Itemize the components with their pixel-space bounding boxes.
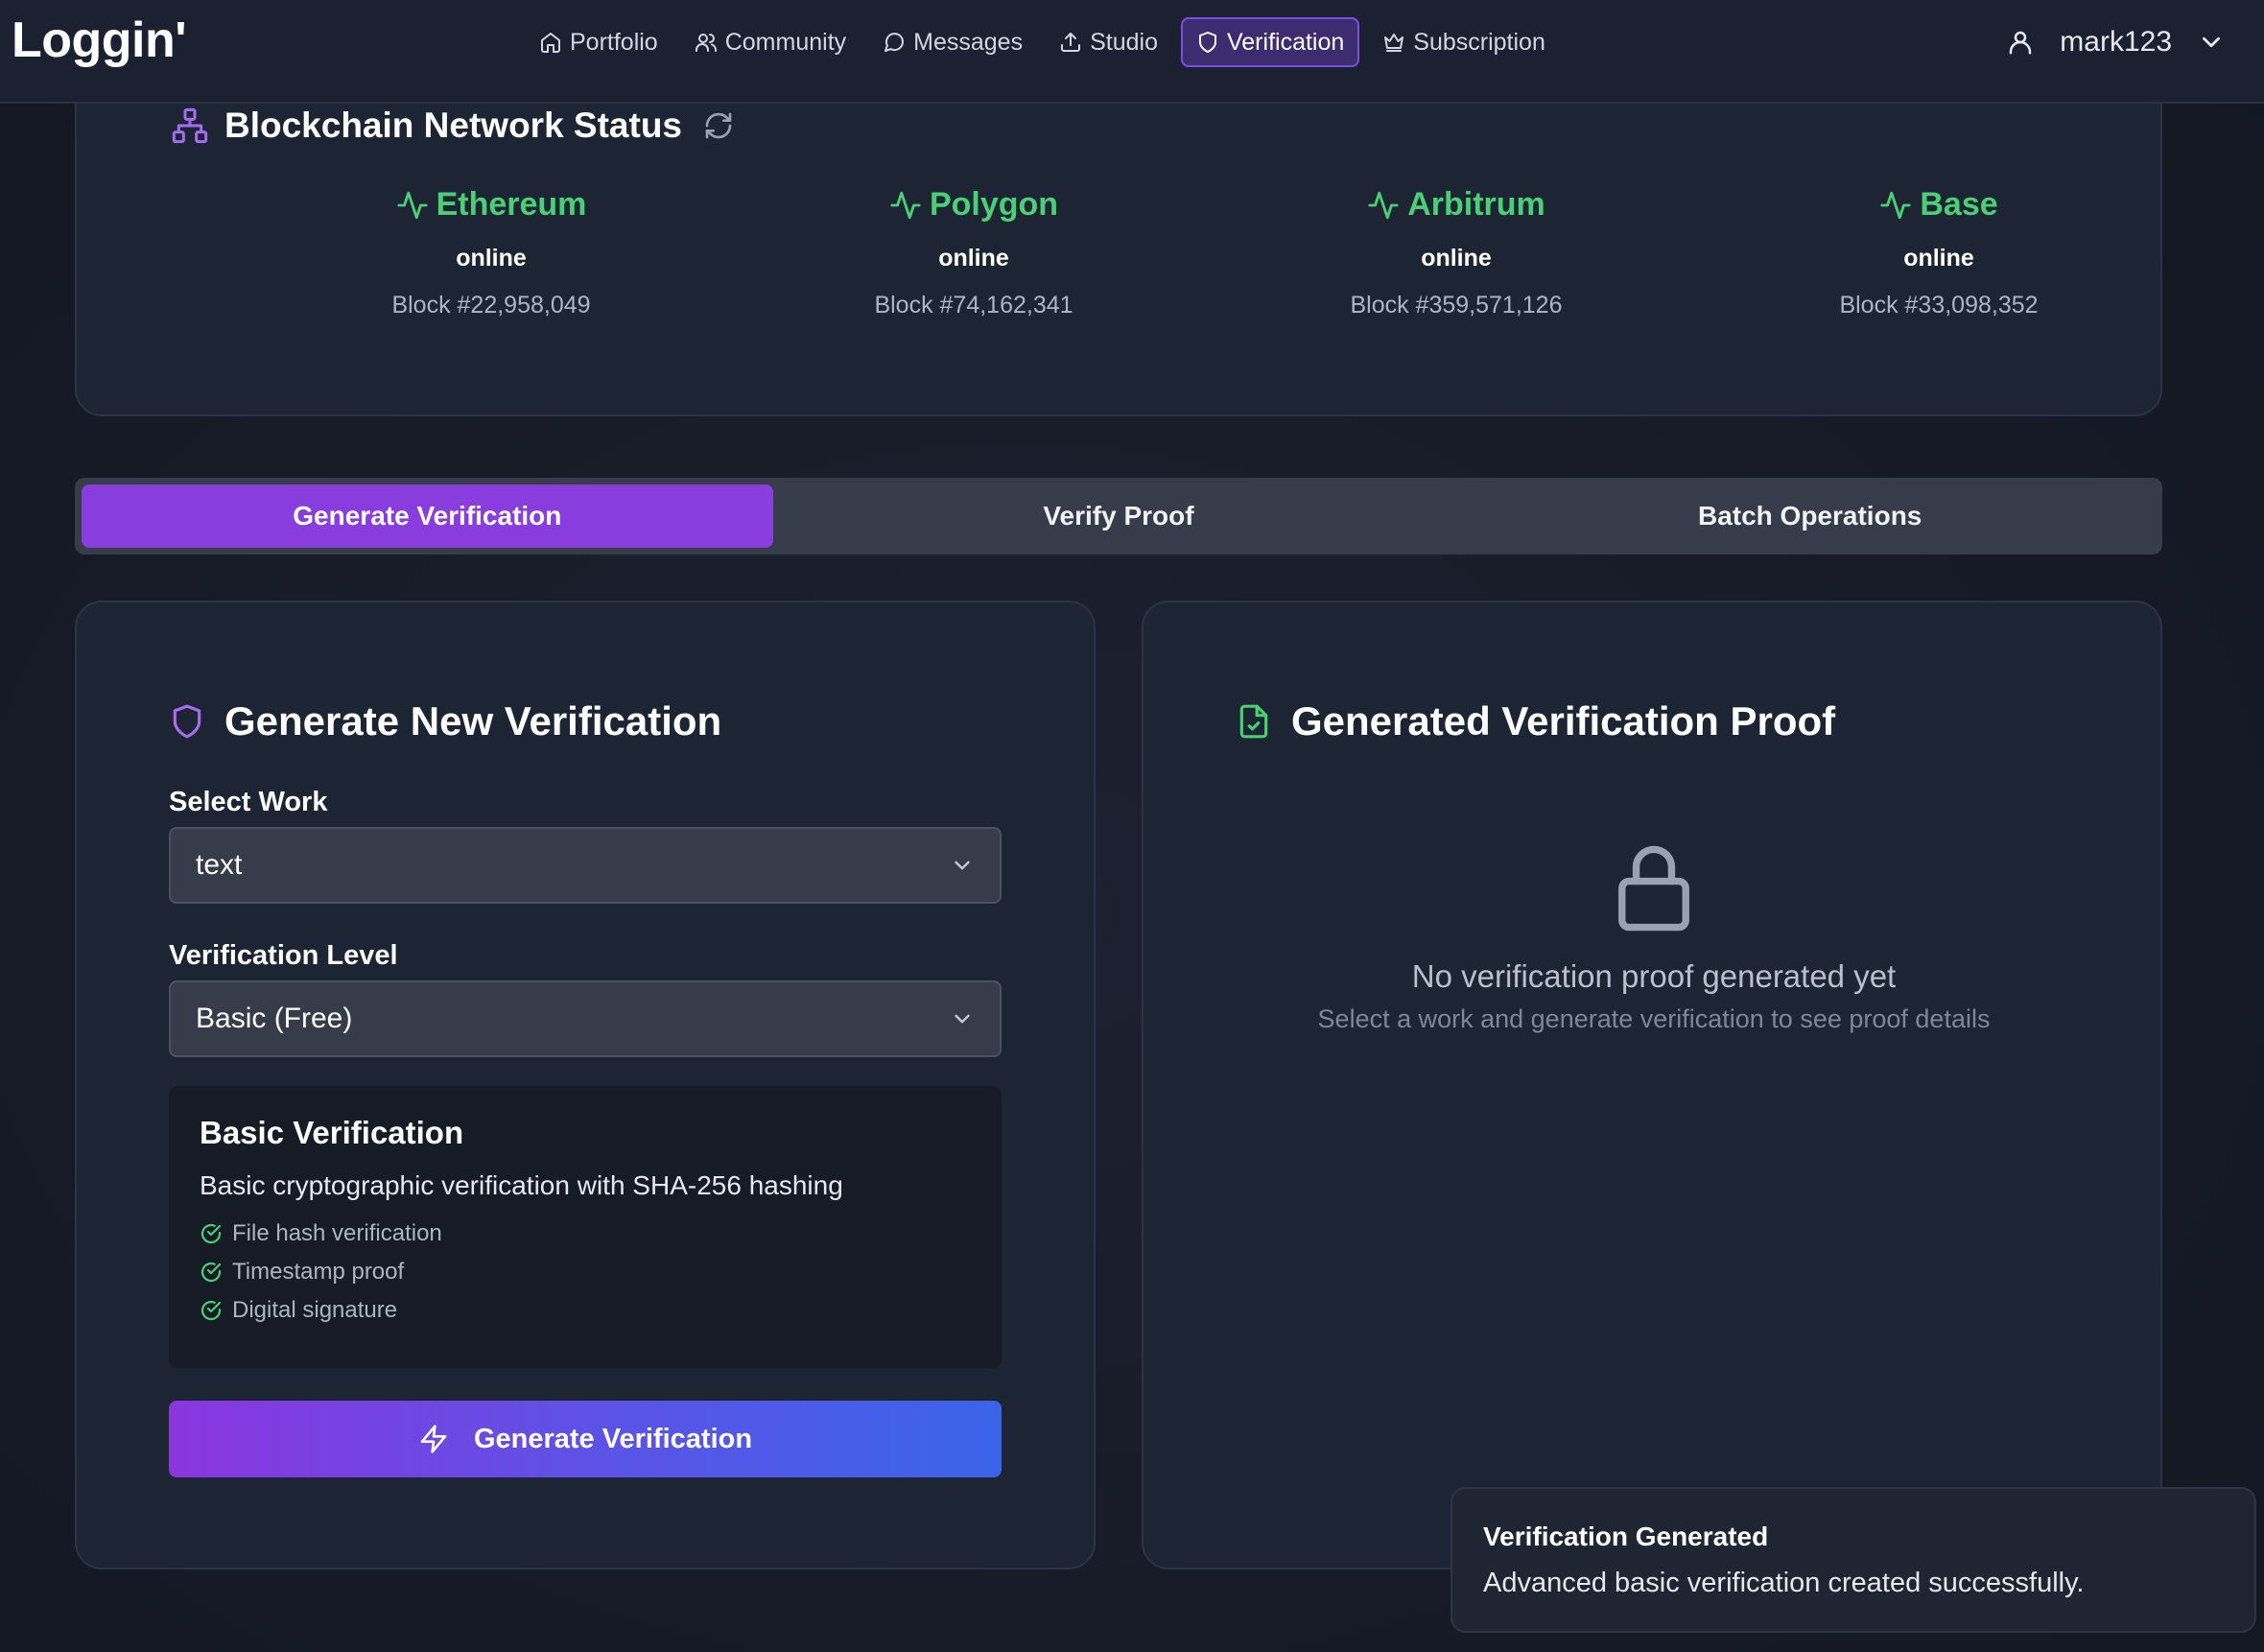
check-circle-icon (200, 1262, 222, 1283)
chain-block: Block #33,098,352 (1839, 292, 2039, 319)
proof-panel-title: Generated Verification Proof (1291, 698, 1836, 743)
proof-panel-header: Generated Verification Proof (1236, 698, 1835, 744)
network-status-header: Blockchain Network Status (171, 106, 734, 146)
generate-verification-button[interactable]: Generate Verification (169, 1401, 1002, 1477)
nav-item-community[interactable]: Community (681, 17, 860, 67)
chain-block: Block #359,571,126 (1350, 292, 1563, 319)
chain-status: online (456, 245, 527, 271)
refresh-icon[interactable] (703, 110, 734, 141)
users-icon (695, 34, 717, 52)
toast-title: Verification Generated (1483, 1522, 1769, 1551)
chevron-down-icon[interactable] (2197, 28, 2226, 57)
info-description: Basic cryptographic verification with SH… (200, 1170, 843, 1200)
chain-name-row: Ethereum (299, 186, 683, 224)
nav-item-subscription[interactable]: Subscription (1369, 17, 1559, 67)
nav-item-messages[interactable]: Messages (869, 17, 1036, 67)
chain-name: Base (1920, 186, 1998, 223)
select-work-label: Select Work (169, 787, 328, 817)
top-navbar: Loggin' Portfolio Community Messages Stu… (0, 0, 2264, 104)
network-status-card: Blockchain Network Status Ethereum onlin… (75, 58, 2162, 416)
nav-item-label: Messages (913, 28, 1024, 56)
chain-block: Block #22,958,049 (391, 292, 591, 319)
network-status-title: Blockchain Network Status (224, 106, 683, 145)
chain-status: online (938, 245, 1009, 271)
chevron-down-icon (955, 1014, 970, 1024)
generate-panel-header: Generate New Verification (169, 698, 721, 744)
chain-name: Arbitrum (1407, 186, 1545, 223)
feature-label: Digital signature (232, 1297, 398, 1323)
check-circle-icon (200, 1300, 222, 1321)
feature-label: File hash verification (232, 1220, 442, 1246)
verification-level-label: Verification Level (169, 940, 398, 971)
nav-item-verification[interactable]: Verification (1180, 17, 1360, 67)
empty-state-title: No verification proof generated yet (1411, 958, 1897, 994)
verification-tabs: Generate Verification Verify Proof Batch… (75, 478, 2162, 555)
info-title: Basic Verification (200, 1115, 464, 1150)
file-check-icon (1239, 704, 1268, 739)
user-menu[interactable]: mark123 (2006, 17, 2226, 67)
chain-name-row: Arbitrum (1264, 186, 1648, 224)
verification-level-dropdown[interactable]: Basic (Free) (169, 980, 1002, 1057)
chain-name-row: Base (1747, 186, 2131, 224)
feature-item: Digital signature (200, 1291, 971, 1330)
home-icon (541, 33, 560, 53)
tab-verify-proof[interactable]: Verify Proof (773, 484, 1465, 548)
chain-name-row: Polygon (782, 186, 1166, 224)
check-circle-icon (200, 1223, 222, 1244)
chain-arbitrum: Arbitrum online Block #359,571,126 (1264, 186, 1648, 319)
feature-item: File hash verification (200, 1215, 971, 1253)
upload-icon (1061, 33, 1081, 52)
chain-block: Block #74,162,341 (874, 292, 1073, 319)
verification-level-info: Basic Verification Basic cryptographic v… (169, 1086, 1002, 1368)
network-icon (172, 107, 208, 144)
chain-status: online (1421, 245, 1492, 271)
chain-status: online (1903, 245, 1974, 271)
nav-item-label: Portfolio (570, 28, 658, 56)
nav-item-label: Studio (1090, 28, 1158, 56)
message-circle-icon (884, 33, 905, 52)
lock-icon (1618, 845, 1689, 932)
shield-icon (173, 704, 201, 739)
activity-icon (1880, 191, 1911, 219)
generate-panel-title: Generate New Verification (224, 698, 722, 743)
nav-item-portfolio[interactable]: Portfolio (526, 17, 672, 67)
chain-base: Base online Block #33,098,352 (1747, 186, 2131, 319)
feature-item: Timestamp proof (200, 1253, 971, 1291)
shield-icon (1198, 32, 1216, 53)
zap-icon (420, 1425, 447, 1453)
chevron-down-icon (955, 861, 970, 870)
select-work-dropdown[interactable]: text (169, 827, 1002, 904)
chain-name: Polygon (929, 186, 1059, 223)
user-icon (2010, 31, 2032, 55)
toast-message: Advanced basic verification created succ… (1483, 1568, 2085, 1598)
feature-list: File hash verification Timestamp proof D… (200, 1215, 971, 1330)
crown-icon (1384, 34, 1404, 52)
nav-item-label: Verification (1226, 28, 1345, 56)
app-logo[interactable]: Loggin' (12, 12, 187, 69)
generate-button-label: Generate Verification (473, 1423, 753, 1454)
feature-label: Timestamp proof (232, 1259, 405, 1285)
tab-batch-operations[interactable]: Batch Operations (1464, 484, 2156, 548)
verification-proof-panel: Generated Verification Proof No verifica… (1142, 601, 2162, 1569)
nav-item-label: Community (724, 28, 847, 56)
chain-name: Ethereum (436, 186, 587, 223)
generate-verification-panel: Generate New Verification Select Work te… (75, 601, 1096, 1569)
toast-notification[interactable]: Verification Generated Advanced basic ve… (1450, 1487, 2256, 1633)
empty-state: No verification proof generated yet Sele… (1144, 842, 2164, 1034)
username: mark123 (2060, 26, 2172, 58)
empty-state-subtitle: Select a work and generate verification … (1317, 1004, 1991, 1033)
verification-level-value: Basic (Free) (196, 1003, 353, 1034)
nav-item-label: Subscription (1413, 28, 1545, 56)
chain-ethereum: Ethereum online Block #22,958,049 (299, 186, 683, 319)
nav-item-studio[interactable]: Studio (1046, 17, 1171, 67)
activity-icon (1368, 191, 1399, 219)
activity-icon (396, 191, 428, 219)
select-work-value: text (196, 849, 243, 881)
activity-icon (890, 191, 921, 219)
tab-generate-verification[interactable]: Generate Verification (82, 484, 773, 548)
chain-polygon: Polygon online Block #74,162,341 (782, 186, 1166, 319)
main-nav: Portfolio Community Messages Studio Veri… (526, 17, 1559, 67)
